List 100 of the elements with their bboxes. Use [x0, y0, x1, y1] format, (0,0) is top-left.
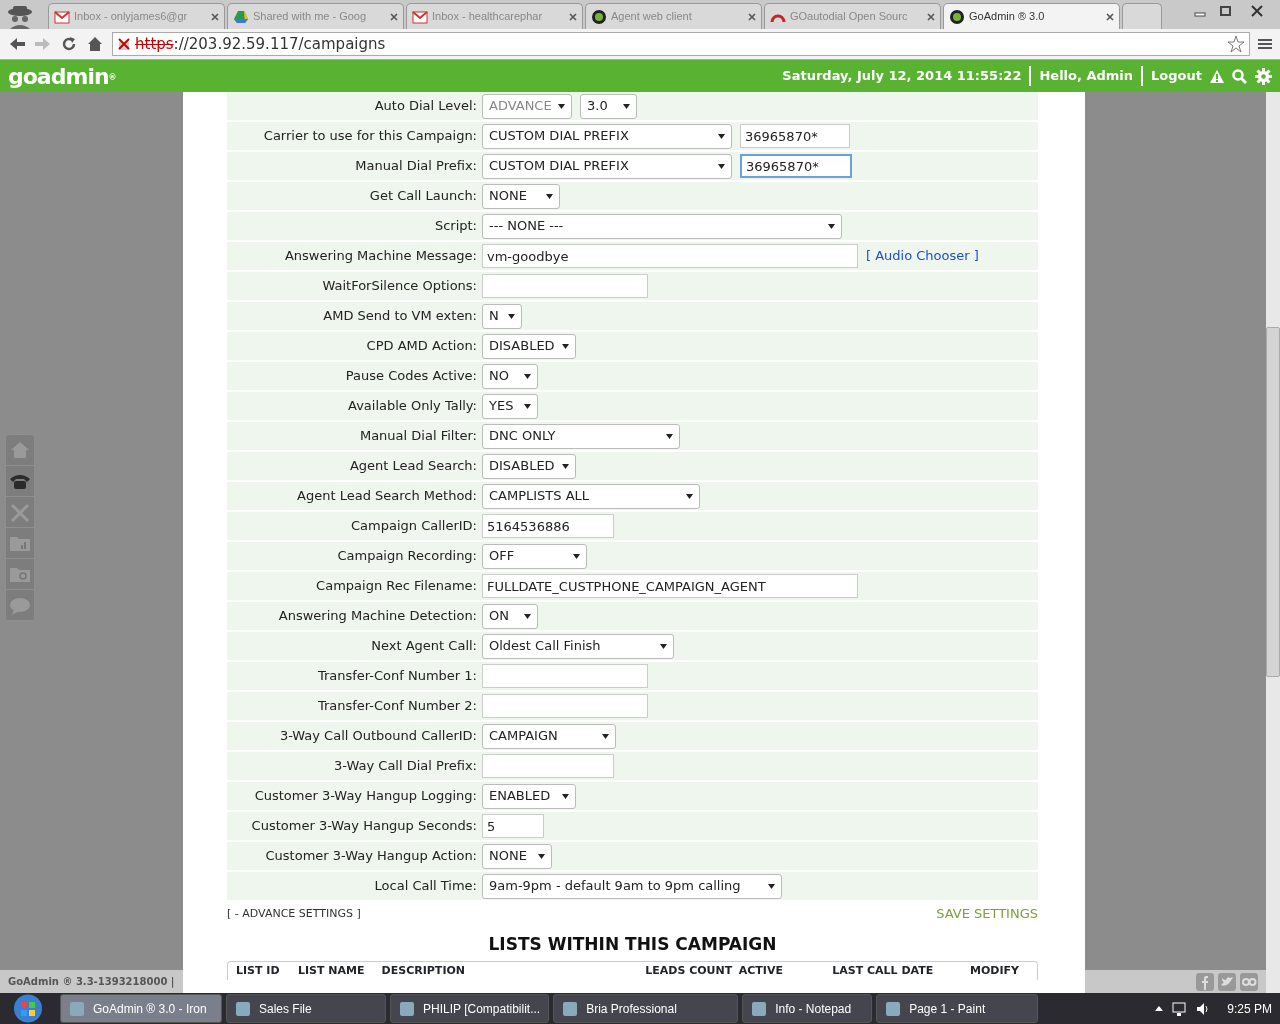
- caret-icon: [524, 613, 531, 619]
- audio-chooser-link[interactable]: [ Audio Chooser ]: [866, 246, 979, 266]
- mail-icon: [54, 8, 70, 25]
- taskbar-item[interactable]: PHILIP [Compatibilit...: [390, 994, 550, 1023]
- dropdown[interactable]: CAMPLISTS ALL: [482, 483, 700, 509]
- dropdown[interactable]: 9am-9pm - default 9am to 9pm calling: [482, 873, 782, 899]
- clock: 9:25 PM: [1227, 1000, 1272, 1018]
- network-icon[interactable]: [1171, 1000, 1188, 1017]
- column-header: LEADS COUNT: [645, 962, 734, 979]
- close-icon[interactable]: [390, 12, 398, 21]
- input-field[interactable]: [482, 694, 648, 718]
- input-field[interactable]: [482, 754, 614, 778]
- version-text: GoAdmin ® 3.3-1393218000 |: [8, 975, 175, 989]
- new-tab-button[interactable]: [1122, 3, 1162, 29]
- field-label: Available Only Tally:: [347, 397, 478, 416]
- mail-icon: [412, 8, 428, 25]
- menu-icon[interactable]: [1258, 37, 1272, 51]
- app-icon: [885, 1000, 902, 1017]
- caret-icon[interactable]: [1155, 1006, 1164, 1011]
- field-label: Answering Machine Message:: [283, 247, 478, 266]
- go-logo-icon[interactable]: [1240, 972, 1258, 991]
- dropdown[interactable]: CAMPAIGN: [482, 723, 616, 749]
- taskbar-item[interactable]: GoAdmin ® 3.0 - Iron: [60, 994, 222, 1023]
- dropdown[interactable]: DISABLED: [482, 333, 576, 359]
- field-label: Customer 3-Way Hangup Seconds:: [250, 817, 478, 836]
- dropdown[interactable]: CUSTOM DIAL PREFIX: [482, 123, 732, 149]
- caret-icon: [602, 733, 609, 739]
- section-title: LISTS WITHIN THIS CAMPAIGN: [487, 932, 778, 956]
- app-icon: [235, 1000, 251, 1017]
- star-icon[interactable]: [1227, 35, 1245, 53]
- dropdown[interactable]: NONE: [482, 183, 560, 209]
- dropdown[interactable]: YES: [482, 393, 538, 419]
- input-field[interactable]: [482, 664, 648, 688]
- close-icon[interactable]: [569, 12, 577, 21]
- field-label: Agent Lead Search:: [348, 457, 478, 476]
- forward-icon[interactable]: [34, 36, 52, 52]
- back-icon[interactable]: [8, 36, 26, 52]
- dropdown[interactable]: ENABLED: [482, 783, 576, 809]
- settings-icon[interactable]: [1255, 67, 1272, 85]
- address-field[interactable]: https://203.92.59.117/campaigns: [112, 32, 1250, 56]
- dropdown[interactable]: N: [482, 303, 522, 329]
- field-label: Transfer-Conf Number 1:: [316, 667, 478, 686]
- caret-icon: [573, 553, 580, 559]
- dropdown[interactable]: DISABLED: [482, 453, 576, 479]
- caret-icon: [562, 343, 569, 349]
- advance-settings-link[interactable]: [ - ADVANCE SETTINGS ]: [227, 905, 361, 922]
- close-icon[interactable]: [1106, 12, 1114, 21]
- dropdown[interactable]: NONE: [482, 843, 552, 869]
- dropdown[interactable]: NO: [482, 363, 538, 389]
- dropdown[interactable]: Oldest Call Finish: [482, 633, 674, 659]
- taskbar-item[interactable]: Info - Notepad: [742, 994, 873, 1023]
- field-label: Agent Lead Search Method:: [296, 487, 478, 506]
- home-icon[interactable]: [86, 35, 104, 53]
- app-icon: [562, 1000, 579, 1017]
- caret-icon: [718, 163, 725, 169]
- taskbar-item[interactable]: Sales File: [226, 994, 386, 1023]
- browser-tab[interactable]: GoAdmin ® 3.0: [943, 3, 1120, 29]
- column-header: DESCRIPTION: [381, 962, 467, 979]
- taskbar-item[interactable]: Page 1 - Paint: [876, 994, 1039, 1023]
- taskbar-item[interactable]: Bria Professional: [553, 994, 739, 1023]
- close-icon[interactable]: [211, 12, 219, 21]
- dropdown[interactable]: OFF: [482, 543, 587, 569]
- input-field[interactable]: 36965870*: [740, 124, 850, 148]
- field-label: Manual Dial Filter:: [358, 427, 478, 446]
- warning-icon[interactable]: [1210, 69, 1224, 83]
- field-label: 3-Way Call Outbound CallerID:: [278, 727, 478, 746]
- input-field[interactable]: 36965870*: [740, 154, 852, 178]
- field-label: Campaign CallerID:: [350, 517, 478, 536]
- field-label: CPD AMD Action:: [365, 337, 478, 356]
- input-field[interactable]: 5: [482, 814, 544, 838]
- circle-logo-icon: [591, 8, 607, 25]
- close-icon[interactable]: [927, 12, 935, 21]
- caret-icon: [546, 193, 553, 199]
- caret-icon: [666, 433, 673, 439]
- facebook-icon[interactable]: [1196, 972, 1214, 991]
- search-icon[interactable]: [1232, 68, 1247, 84]
- column-header: ACTIVE: [738, 962, 784, 979]
- dropdown[interactable]: 3.0: [580, 93, 637, 119]
- field-label: Carrier to use for this Campaign:: [262, 127, 478, 146]
- field-label: Customer 3-Way Hangup Action:: [264, 847, 478, 866]
- field-label: Answering Machine Detection:: [277, 607, 478, 626]
- input-field[interactable]: [482, 274, 648, 298]
- field-label: Auto Dial Level:: [373, 97, 478, 116]
- caret-icon: [538, 853, 545, 859]
- insecure-lock-icon: [117, 37, 131, 51]
- column-header: LIST ID: [236, 962, 281, 979]
- bird-icon[interactable]: [1218, 972, 1236, 991]
- close-icon[interactable]: [748, 12, 756, 21]
- dropdown[interactable]: CUSTOM DIAL PREFIX: [482, 153, 732, 179]
- input-field[interactable]: FULLDATE_CUSTPHONE_CAMPAIGN_AGENT: [482, 574, 858, 598]
- input-field[interactable]: vm-goodbye: [482, 244, 858, 268]
- input-field[interactable]: 5164536886: [482, 514, 614, 538]
- dropdown[interactable]: ON: [482, 603, 538, 629]
- dropdown[interactable]: --- NONE ---: [482, 213, 842, 239]
- app-icon: [399, 1000, 415, 1017]
- field-label: Next Agent Call:: [370, 637, 478, 656]
- scrollbar[interactable]: [1266, 92, 1280, 993]
- field-label: Manual Dial Prefix:: [354, 157, 478, 176]
- dropdown[interactable]: DNC ONLY: [482, 423, 680, 449]
- reload-icon[interactable]: [60, 35, 78, 53]
